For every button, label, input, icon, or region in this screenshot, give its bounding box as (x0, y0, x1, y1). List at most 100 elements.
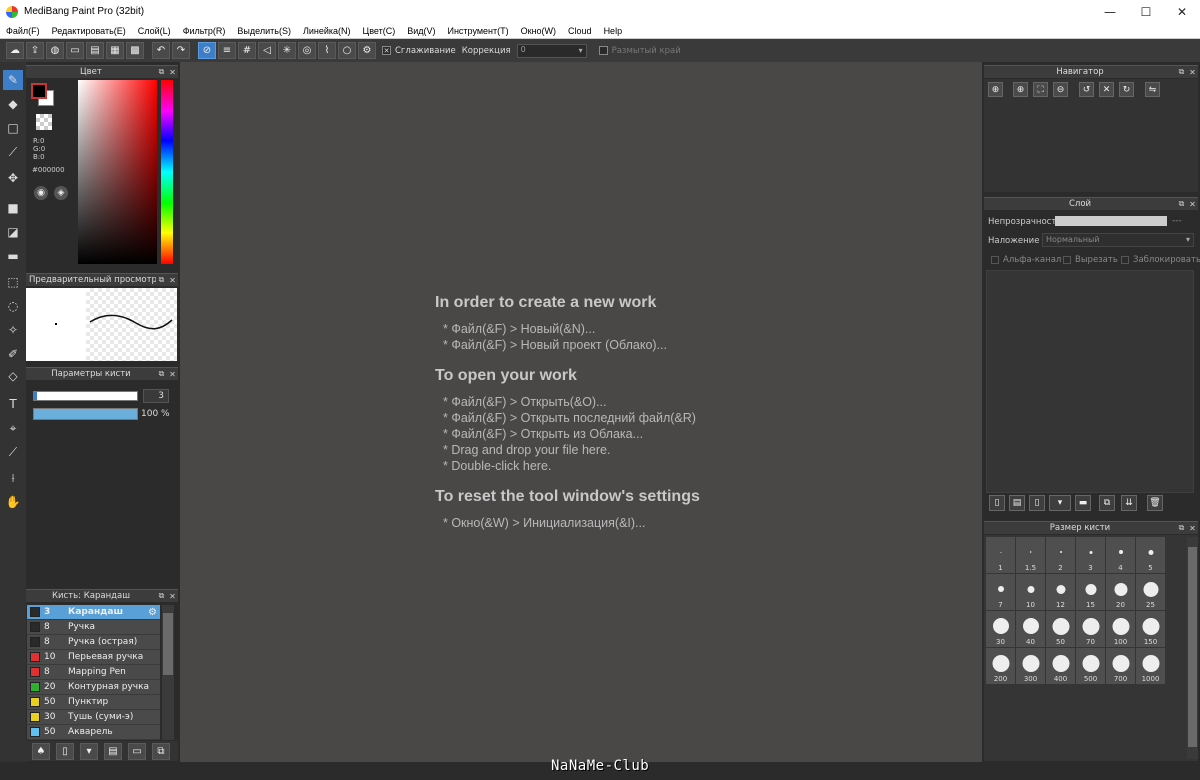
perspective-snap-icon[interactable]: ◁ (258, 42, 276, 59)
zoom-out-icon[interactable]: ⊖ (1053, 82, 1068, 97)
close-panel-icon[interactable]: ✕ (167, 68, 178, 77)
brush-size-cell[interactable]: 300 (1016, 648, 1045, 684)
menu-select[interactable]: Выделить(S) (231, 26, 297, 36)
hand-tool-icon[interactable]: ✋ (3, 492, 23, 512)
blend-mode-select[interactable]: Нормальный ▾ (1042, 233, 1194, 247)
brush-size-scrollbar[interactable] (1187, 537, 1198, 759)
brush-size-cell[interactable]: 1 (986, 537, 1015, 573)
select-eraser-tool-icon[interactable]: ◇ (3, 366, 23, 386)
undock-icon[interactable]: ⧉ (156, 591, 167, 601)
brush-item[interactable]: 20 Контурная ручка (27, 680, 160, 695)
brush-item[interactable]: 50 Акварель (27, 725, 160, 740)
brush-size-cell[interactable]: 25 (1136, 574, 1165, 610)
circle-snap-icon[interactable]: ○ (338, 42, 356, 59)
brush-item[interactable]: 30 Тушь (суми-э) (27, 710, 160, 725)
color-picker-icon[interactable]: ◈ (54, 186, 68, 200)
brush-item[interactable]: 8 Ручка (27, 620, 160, 635)
clip-checkbox[interactable] (1063, 256, 1071, 264)
eraser-tool-icon[interactable]: ◆ (3, 94, 23, 114)
add-brush-icon[interactable]: ♠ (32, 742, 50, 760)
brush-tool-icon[interactable]: ✎ (3, 70, 23, 90)
brush-size-cell[interactable]: 12 (1046, 574, 1075, 610)
layer-folder-icon[interactable]: ▬ (1075, 495, 1091, 511)
brush-size-cell[interactable]: 700 (1106, 648, 1135, 684)
menu-color[interactable]: Цвет(C) (357, 26, 402, 36)
new-brush-icon[interactable]: ▯ (56, 742, 74, 760)
menu-cloud[interactable]: Cloud (562, 26, 598, 36)
menu-layer[interactable]: Слой(L) (132, 26, 177, 36)
alpha-checkbox[interactable] (991, 256, 999, 264)
scrollbar-thumb[interactable] (1188, 547, 1197, 747)
share-icon[interactable]: ⇪ (26, 42, 44, 59)
eyedropper-tool-icon[interactable]: ⟊ (3, 468, 23, 488)
layer-list[interactable] (986, 270, 1194, 493)
brush-list-scrollbar[interactable] (162, 605, 174, 740)
palette-icon[interactable]: ◉ (34, 186, 48, 200)
menu-ruler[interactable]: Линейка(N) (297, 26, 357, 36)
brush-item[interactable]: 3 Карандаш ⚙ (27, 605, 160, 620)
menu-edit[interactable]: Редактировать(E) (46, 26, 132, 36)
undock-icon[interactable]: ⧉ (156, 369, 167, 379)
brush-size-cell[interactable]: 200 (986, 648, 1015, 684)
close-panel-icon[interactable]: ✕ (1187, 68, 1198, 77)
menu-filter[interactable]: Фильтр(R) (177, 26, 232, 36)
snap-off-icon[interactable]: ⊘ (198, 42, 216, 59)
lasso-select-tool-icon[interactable]: ◌ (3, 296, 23, 316)
fill-rect-tool-icon[interactable]: ■ (3, 198, 23, 218)
document-icon[interactable]: ▤ (86, 42, 104, 59)
delete-layer-icon[interactable]: 🗑 (1147, 495, 1163, 511)
zoom-in-icon[interactable]: ⊕ (988, 82, 1003, 97)
page-list-icon[interactable]: ▦ (106, 42, 124, 59)
layer-opacity-slider[interactable] (1055, 216, 1167, 226)
undo-icon[interactable]: ↶ (152, 42, 170, 59)
reset-rotation-icon[interactable]: ✕ (1099, 82, 1114, 97)
dot-line-tool-icon[interactable]: ⟋ (3, 142, 23, 162)
brush-item[interactable]: 10 Перьевая ручка (27, 650, 160, 665)
rectangle-tool-icon[interactable]: □ (3, 118, 23, 138)
menu-view[interactable]: Вид(V) (401, 26, 441, 36)
brush-size-cell[interactable]: 1000 (1136, 648, 1165, 684)
minimize-button[interactable]: — (1092, 0, 1128, 23)
snap-settings-icon[interactable]: ⚙ (358, 42, 376, 59)
undock-icon[interactable]: ⧉ (156, 275, 167, 285)
blur-edge-checkbox[interactable] (598, 46, 608, 55)
flip-horizontal-icon[interactable]: ⇋ (1145, 82, 1160, 97)
brush-properties-icon[interactable]: ▤ (104, 742, 122, 760)
brush-size-cell[interactable]: 100 (1106, 611, 1135, 647)
gradient-tool-icon[interactable]: ▬ (3, 246, 23, 266)
brush-size-cell[interactable]: 1.5 (1016, 537, 1045, 573)
brush-size-value[interactable]: 3 (143, 389, 169, 403)
new-8bit-layer-icon[interactable]: ▯ (1029, 495, 1045, 511)
maximize-button[interactable]: ☐ (1128, 0, 1164, 23)
lock-checkbox[interactable] (1121, 256, 1129, 264)
layer-menu-icon[interactable]: ▾ (1049, 495, 1071, 511)
smoothing-checkbox[interactable]: ✕ (382, 46, 391, 55)
move-tool-icon[interactable]: ✥ (3, 168, 23, 188)
grid-snap-icon[interactable]: # (238, 42, 256, 59)
bucket-tool-icon[interactable]: ◪ (3, 222, 23, 242)
redo-icon[interactable]: ↷ (172, 42, 190, 59)
close-panel-icon[interactable]: ✕ (1187, 200, 1198, 209)
curve-snap-icon[interactable]: ⌇ (318, 42, 336, 59)
undock-icon[interactable]: ⧉ (1176, 199, 1187, 209)
fit-screen-icon[interactable]: ⛶ (1033, 82, 1048, 97)
menu-tool[interactable]: Инструмент(T) (441, 26, 514, 36)
concentric-snap-icon[interactable]: ◎ (298, 42, 316, 59)
new-layer-icon[interactable]: ▯ (989, 495, 1005, 511)
select-pen-tool-icon[interactable]: ✐ (3, 344, 23, 364)
brush-size-cell[interactable]: 500 (1076, 648, 1105, 684)
foreground-color-swatch[interactable] (31, 83, 47, 99)
duplicate-brush-icon[interactable]: ⧉ (152, 742, 170, 760)
brush-size-cell[interactable]: 70 (1076, 611, 1105, 647)
brush-opacity-slider[interactable] (33, 408, 138, 420)
undock-icon[interactable]: ⧉ (1176, 523, 1187, 533)
brush-size-cell[interactable]: 150 (1136, 611, 1165, 647)
merge-layer-icon[interactable]: ⇊ (1121, 495, 1137, 511)
divide-tool-icon[interactable]: ⟋ (3, 442, 23, 462)
undock-icon[interactable]: ⧉ (156, 67, 167, 77)
brush-size-cell[interactable]: 400 (1046, 648, 1075, 684)
transparent-color-swatch[interactable] (36, 114, 52, 130)
cloud-icon[interactable]: ☁ (6, 42, 24, 59)
hue-slider[interactable] (161, 80, 173, 264)
chat-icon[interactable]: ▭ (66, 42, 84, 59)
